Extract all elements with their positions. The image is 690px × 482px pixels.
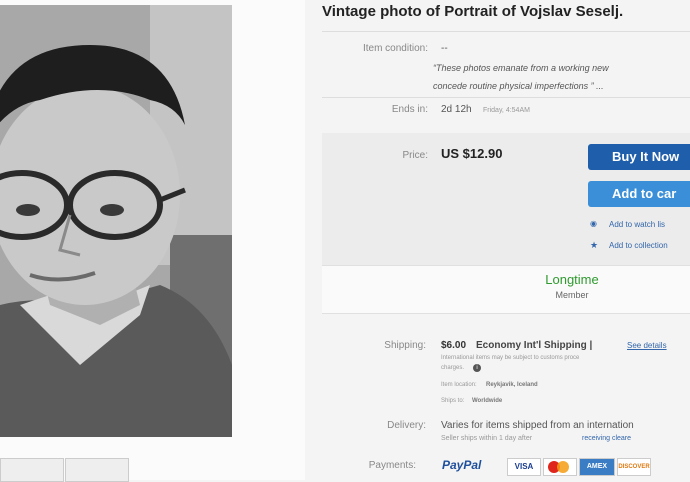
condition-divider — [322, 97, 690, 98]
receiving-cleared-link[interactable]: receiving cleare — [582, 435, 631, 442]
seller-badge-box — [322, 265, 690, 314]
ends-in-label: Ends in: — [391, 104, 428, 115]
visa-card-icon: VISA — [507, 458, 541, 476]
portrait-image — [0, 5, 232, 437]
amex-card-icon: AMEX — [579, 458, 615, 476]
item-condition-value: -- — [441, 43, 448, 54]
shipping-method: Economy Int'l Shipping | — [476, 340, 593, 351]
price-label: Price: — [402, 150, 428, 161]
main-item-photo[interactable] — [0, 5, 232, 437]
star-icon: ★ — [590, 240, 599, 250]
thumbnail-2[interactable] — [65, 458, 129, 482]
ends-in-time: Friday, 4:54AM — [483, 107, 530, 114]
thumbnail-1[interactable] — [0, 458, 64, 482]
eye-icon: ◉ — [590, 219, 597, 228]
item-location-label: Item location: — [441, 382, 477, 388]
ships-to-value: Worldwide — [472, 398, 503, 404]
see-details-link[interactable]: See details — [627, 341, 667, 350]
ships-to-label: Ships to: — [441, 398, 465, 404]
customs-note-line2: charges. — [441, 365, 465, 371]
mastercard-icon — [543, 458, 577, 476]
title-divider — [322, 31, 690, 32]
shipping-label: Shipping: — [384, 340, 426, 351]
info-icon[interactable]: i — [473, 364, 481, 372]
add-to-watch-list-link[interactable]: Add to watch lis — [609, 220, 665, 229]
add-to-cart-button[interactable]: Add to car — [588, 181, 690, 207]
longtime-badge: Longtime — [545, 272, 599, 287]
paypal-logo: PayPal — [442, 458, 482, 472]
item-location-value: Reykjavik, Iceland — [486, 382, 538, 388]
member-label: Member — [555, 290, 589, 300]
item-condition-label: Item condition: — [362, 43, 428, 54]
delivery-value: Varies for items shipped from an interna… — [441, 420, 634, 431]
listing-title: Vintage photo of Portrait of Vojslav Ses… — [322, 3, 624, 20]
photo-panel — [0, 0, 305, 482]
price-value: US $12.90 — [441, 146, 503, 161]
delivery-label: Delivery: — [387, 420, 426, 431]
condition-quote-line1: “These photos emanate from a working new — [433, 63, 609, 73]
condition-quote-line2: concede routine physical imperfections ”… — [433, 81, 604, 91]
customs-note-line1: International items may be subject to cu… — [441, 355, 580, 361]
add-to-collection-link[interactable]: Add to collection — [609, 241, 668, 250]
ends-in-value: 2d 12h — [441, 104, 472, 115]
discover-card-icon: DISCOVER — [617, 458, 651, 476]
delivery-note: Seller ships within 1 day after — [441, 435, 533, 442]
shipping-cost: $6.00 — [441, 340, 467, 351]
buy-it-now-button[interactable]: Buy It Now — [588, 144, 690, 170]
payments-label: Payments: — [368, 460, 416, 471]
